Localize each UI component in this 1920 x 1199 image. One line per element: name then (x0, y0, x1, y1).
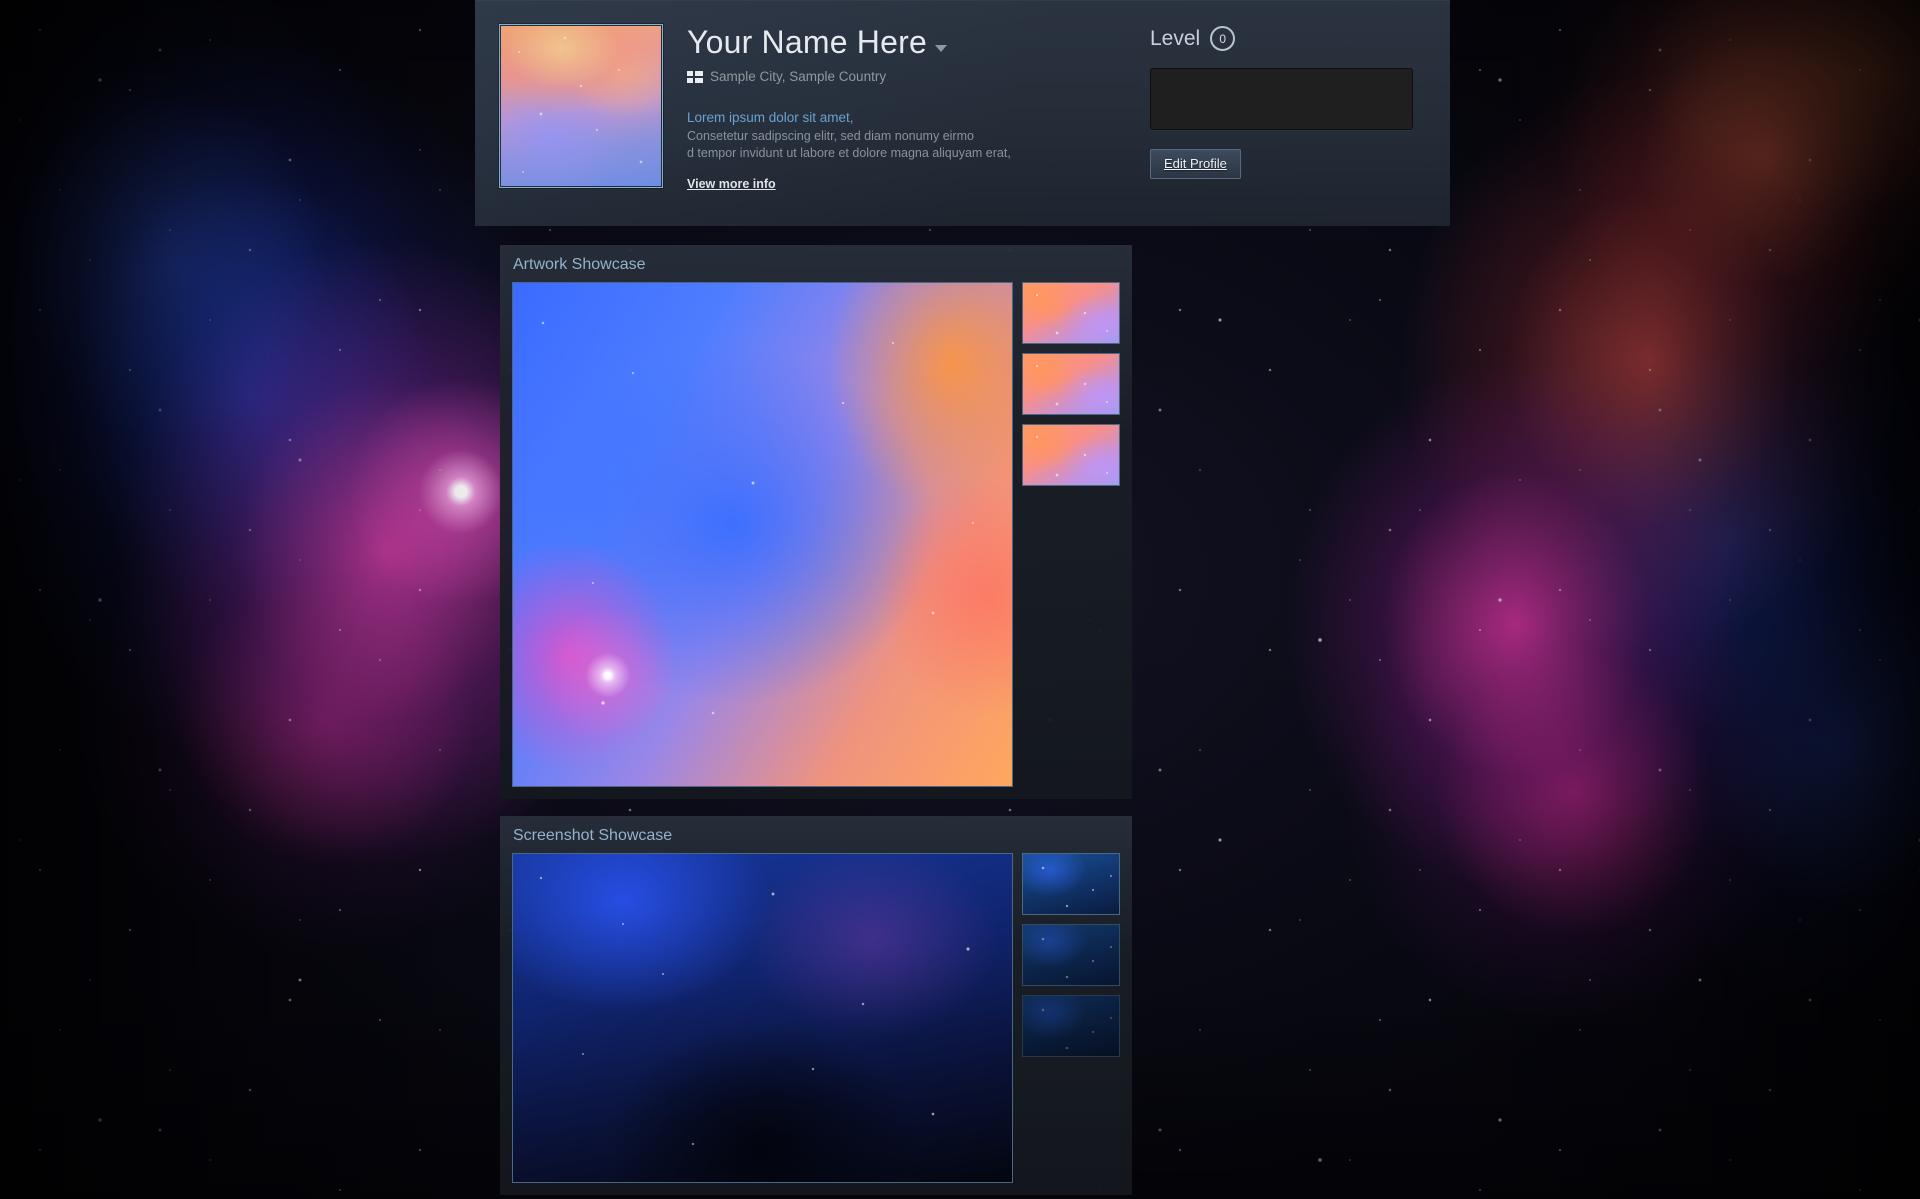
summary-line-1: Lorem ipsum dolor sit amet, (687, 109, 1107, 128)
screenshot-showcase-body (512, 853, 1120, 1183)
flag-icon (687, 71, 703, 83)
location-row: Sample City, Sample Country (687, 69, 1150, 84)
artwork-thumbnail[interactable] (1022, 353, 1120, 415)
artwork-showcase-panel: Artwork Showcase (500, 245, 1132, 799)
location-label: Sample City, Sample Country (710, 69, 886, 84)
screenshot-thumbnail[interactable] (1022, 924, 1120, 986)
screenshot-main-image[interactable] (512, 853, 1013, 1183)
persona-row: Your Name Here (687, 26, 1150, 58)
view-more-info-link[interactable]: View more info (687, 177, 776, 191)
featured-badge-slot[interactable] (1150, 68, 1413, 130)
artwork-showcase-body (512, 282, 1120, 787)
screenshot-showcase-title: Screenshot Showcase (513, 827, 1120, 845)
level-badge-icon: 0 (1210, 26, 1235, 51)
artwork-thumbnail-column (1022, 282, 1120, 787)
avatar-image (501, 26, 661, 186)
level-label: Level (1150, 27, 1200, 51)
screenshot-thumbnail[interactable] (1022, 853, 1120, 915)
profile-content-column: Your Name Here Sample City, Sample Count… (475, 0, 1450, 1199)
level-row[interactable]: Level 0 (1150, 26, 1424, 51)
artwork-showcase-title: Artwork Showcase (513, 256, 1120, 274)
chevron-down-icon[interactable] (935, 45, 947, 52)
level-block: Level 0 Edit Profile (1150, 0, 1450, 226)
summary-line-3: d tempor invidunt ut labore et dolore ma… (687, 145, 1107, 163)
artwork-thumbnail[interactable] (1022, 424, 1120, 486)
screenshot-thumbnail[interactable] (1022, 995, 1120, 1057)
summary-line-2: Consetetur sadipscing elitr, sed diam no… (687, 128, 1107, 146)
artwork-main-image[interactable] (512, 282, 1013, 787)
screenshot-thumbnail-column (1022, 853, 1120, 1183)
avatar[interactable] (499, 24, 663, 188)
avatar-block (475, 0, 663, 226)
profile-info: Your Name Here Sample City, Sample Count… (663, 0, 1150, 226)
profile-header-panel: Your Name Here Sample City, Sample Count… (475, 0, 1450, 226)
profile-summary: Lorem ipsum dolor sit amet, Consetetur s… (687, 109, 1107, 193)
artwork-thumbnail[interactable] (1022, 282, 1120, 344)
page-title: Your Name Here (687, 26, 927, 58)
edit-profile-button[interactable]: Edit Profile (1150, 149, 1241, 179)
screenshot-showcase-panel: Screenshot Showcase (500, 816, 1132, 1195)
